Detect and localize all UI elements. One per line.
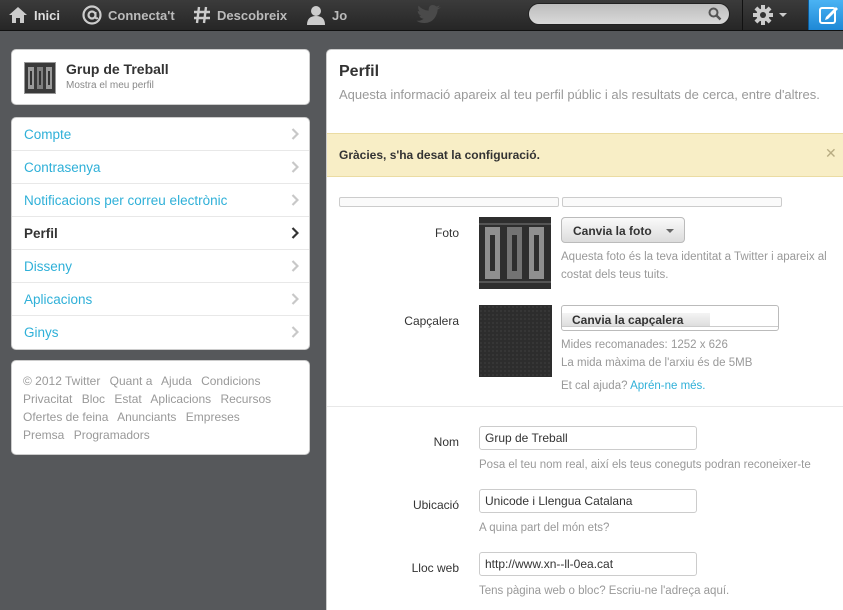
menu-item-apps[interactable]: Aplicacions — [12, 283, 309, 316]
upload-progress-bar — [562, 197, 782, 207]
footer-link[interactable]: Ofertes de feina — [23, 410, 108, 424]
nav-me[interactable]: Jo — [306, 0, 347, 30]
nav-me-label: Jo — [332, 7, 348, 23]
copyright: © 2012 Twitter — [23, 374, 101, 388]
learn-more-link[interactable]: Aprén-ne més. — [630, 380, 705, 392]
change-photo-label: Canvia la foto — [573, 224, 652, 238]
upload-progress-bar — [339, 197, 559, 207]
header-filesize-help: La mida màxima de l'arxiu és de 5MB — [561, 357, 753, 369]
menu-item-label: Disseny — [24, 259, 73, 274]
menu-item-widgets[interactable]: Ginys — [12, 316, 309, 349]
footer-link[interactable]: Estat — [114, 392, 141, 406]
footer-link[interactable]: Programadors — [74, 428, 150, 442]
change-header-label: Canvia la capçalera — [562, 313, 710, 327]
profile-card[interactable]: Grup de Treball Mostra el meu perfil — [11, 49, 310, 105]
menu-item-account[interactable]: Compte — [12, 118, 309, 151]
name-help: Posa el teu nom real, així els teus cone… — [479, 459, 811, 471]
chevron-right-icon — [291, 227, 299, 239]
search-box — [528, 3, 730, 25]
footer-link[interactable]: Premsa — [23, 428, 64, 442]
photo-label: Foto — [434, 226, 459, 240]
website-help: Tens pàgina web o bloc? Escriu-ne l'adre… — [479, 585, 730, 597]
divider — [562, 326, 778, 327]
header-size-help: Mides recomanades: 1252 x 626 — [561, 339, 728, 351]
chevron-right-icon — [291, 194, 299, 206]
nav-connect[interactable]: Connecta't — [82, 0, 175, 30]
profile-photo — [479, 217, 551, 289]
menu-item-design[interactable]: Disseny — [12, 250, 309, 283]
chevron-right-icon — [291, 128, 299, 140]
profile-settings-panel: Perfil Aquesta informació apareix al teu… — [326, 49, 843, 610]
nav-home[interactable]: Inici — [8, 0, 60, 30]
gear-icon — [753, 5, 773, 25]
header-image — [479, 305, 552, 377]
hash-icon — [194, 6, 210, 24]
section-divider — [327, 406, 843, 407]
compose-tweet-button[interactable] — [808, 0, 843, 30]
user-icon — [307, 6, 325, 25]
page-subtitle: Aquesta informació apareix al teu perfil… — [339, 87, 820, 102]
top-navigation-bar: Inici Connecta't Descobreix Jo — [0, 0, 843, 31]
menu-item-password[interactable]: Contrasenya — [12, 151, 309, 184]
page-title: Perfil — [339, 63, 380, 80]
chevron-right-icon — [291, 326, 299, 338]
footer-links: © 2012 Twitter Quant a Ajuda Condicions … — [11, 360, 310, 455]
chevron-down-icon — [779, 13, 787, 17]
footer-link[interactable]: Bloc — [82, 392, 105, 406]
profile-name: Grup de Treball — [66, 61, 169, 77]
twitter-bird-icon[interactable] — [416, 4, 442, 29]
menu-item-label: Aplicacions — [24, 292, 93, 307]
close-icon[interactable]: ✕ — [825, 145, 837, 162]
caret-down-icon — [666, 229, 674, 233]
menu-item-label: Compte — [24, 127, 72, 142]
menu-item-label: Perfil — [24, 226, 58, 241]
menu-item-profile[interactable]: Perfil — [12, 217, 309, 250]
settings-menu: Compte Contrasenya Notificacions per cor… — [11, 117, 310, 350]
name-input[interactable] — [479, 426, 697, 450]
footer-link[interactable]: Empreses — [186, 410, 240, 424]
search-input[interactable] — [539, 6, 713, 24]
website-label: Lloc web — [411, 561, 459, 575]
chevron-right-icon — [291, 260, 299, 272]
menu-item-email-notifications[interactable]: Notificacions per correu electrònic — [12, 184, 309, 217]
avatar — [24, 62, 56, 94]
view-profile-link[interactable]: Mostra el meu perfil — [66, 80, 154, 91]
compose-icon — [819, 7, 838, 24]
search-icon[interactable] — [708, 7, 722, 21]
footer-link[interactable]: Recursos — [220, 392, 271, 406]
website-input[interactable] — [479, 552, 697, 576]
footer-link[interactable]: Aplicacions — [150, 392, 211, 406]
footer-link[interactable]: Condicions — [201, 374, 260, 388]
nav-discover-label: Descobreix — [217, 7, 288, 23]
nav-home-label: Inici — [34, 7, 61, 23]
footer-link[interactable]: Quant a — [110, 374, 153, 388]
footer-link[interactable]: Anunciants — [117, 410, 176, 424]
menu-item-label: Ginys — [24, 325, 59, 340]
chevron-right-icon — [291, 161, 299, 173]
photo-help: Aquesta foto és la teva identitat a Twit… — [561, 251, 827, 281]
location-label: Ubicació — [412, 498, 459, 512]
name-label: Nom — [433, 435, 459, 449]
change-photo-button[interactable]: Canvia la foto — [561, 217, 685, 243]
menu-item-label: Contrasenya — [24, 160, 101, 175]
nav-connect-label: Connecta't — [108, 7, 175, 23]
footer-link[interactable]: Privacitat — [23, 392, 72, 406]
topbar-divider — [742, 0, 743, 30]
home-icon — [9, 7, 27, 23]
chevron-right-icon — [291, 293, 299, 305]
menu-item-label: Notificacions per correu electrònic — [24, 193, 228, 208]
header-label: Capçalera — [404, 314, 459, 328]
location-input[interactable] — [479, 489, 697, 513]
help-prefix: Et cal ajuda? — [561, 380, 628, 392]
alert-message: Gràcies, s'ha desat la configuració. — [339, 148, 540, 162]
header-help-line: Et cal ajuda? Aprén-ne més. — [561, 377, 706, 395]
at-icon — [82, 5, 102, 25]
nav-discover[interactable]: Descobreix — [193, 0, 287, 30]
location-help: A quina part del món ets? — [479, 522, 610, 534]
footer-link[interactable]: Ajuda — [161, 374, 192, 388]
success-alert: Gràcies, s'ha desat la configuració. ✕ — [327, 133, 843, 177]
change-header-button[interactable]: Canvia la capçalera — [561, 305, 779, 331]
settings-menu-button[interactable] — [752, 4, 788, 26]
